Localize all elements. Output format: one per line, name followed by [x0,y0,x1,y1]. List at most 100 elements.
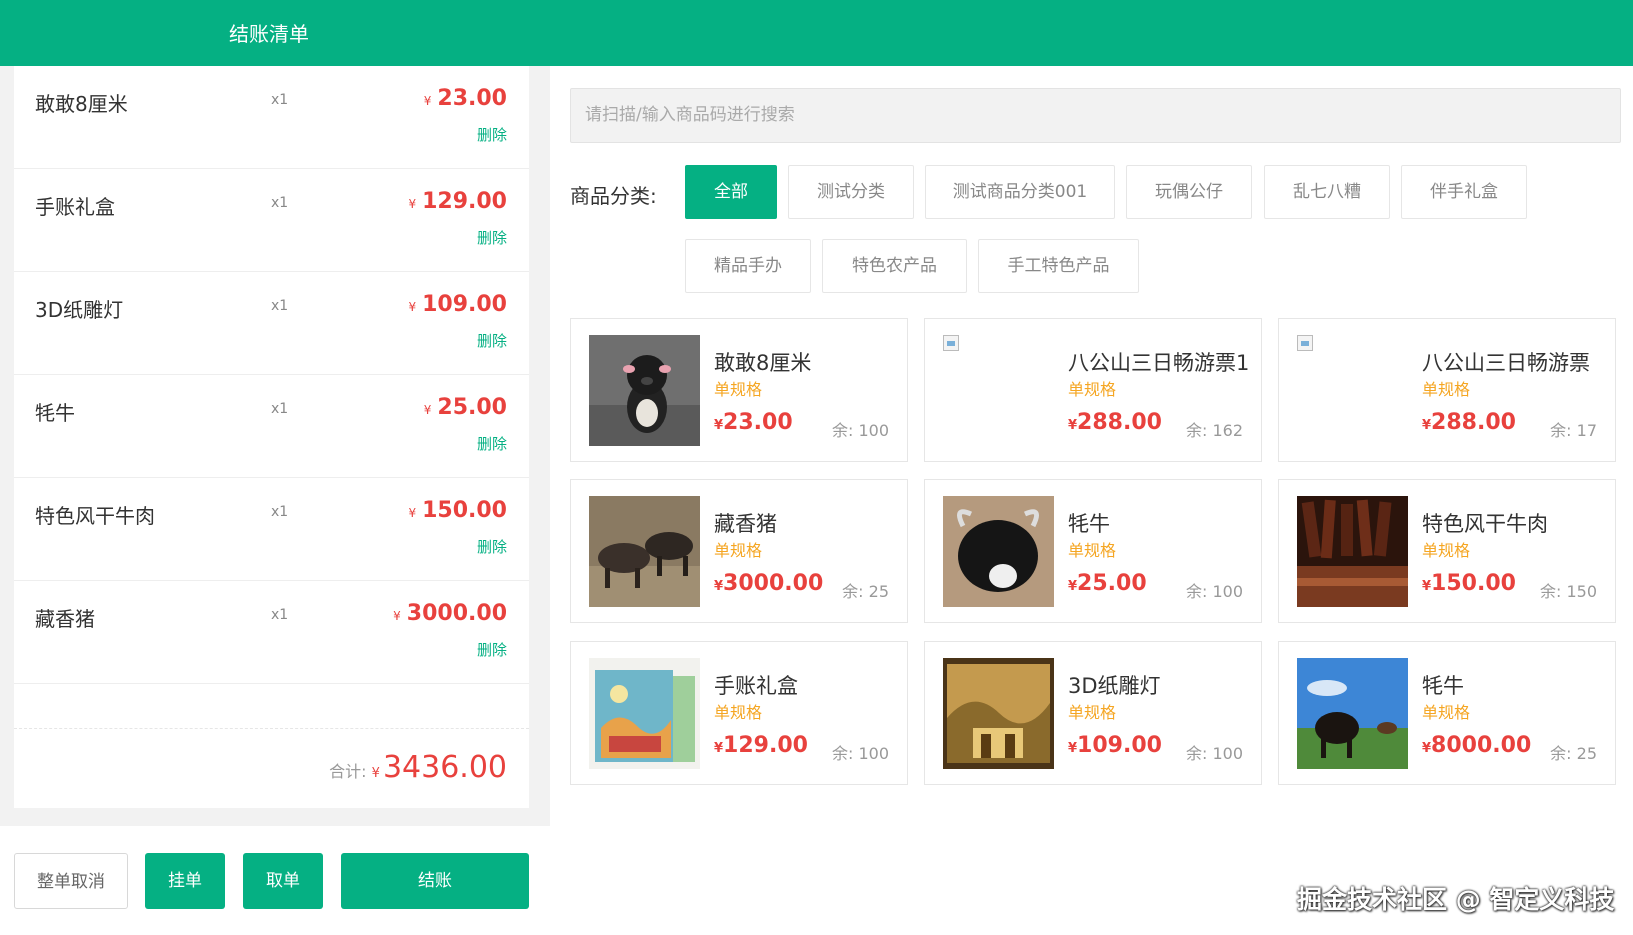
product-card[interactable]: 敢敢8厘米 单规格 ¥23.00 余: 100 [570,318,908,462]
product-card[interactable]: 特色风干牛肉 单规格 ¥150.00 余: 150 [1278,479,1616,623]
cancel-order-button[interactable]: 整单取消 [14,853,128,909]
gift-box-image [589,658,700,769]
product-card[interactable]: 3D纸雕灯 单规格 ¥109.00 余: 100 [924,641,1262,785]
cart-total: 合计: ¥3436.00 [329,750,507,785]
product-price-value: 129.00 [723,733,808,758]
cart-item-delete-link[interactable]: 删除 [477,433,507,454]
category-tab[interactable]: 手工特色产品 [978,239,1139,293]
stock-value: 25 [1576,744,1597,763]
pig-plush-image [589,335,700,446]
category-tab[interactable]: 测试商品分类001 [925,165,1115,219]
product-spec: 单规格 [714,703,763,722]
total-amount: 3436.00 [382,750,507,785]
currency-symbol: ¥ [408,197,417,211]
cart-item-price: ¥25.00 [424,395,507,420]
category-tab[interactable]: 伴手礼盒 [1401,165,1527,219]
category-tab[interactable]: 精品手办 [685,239,811,293]
cart-item: 3D纸雕灯 x1 ¥109.00 删除 [14,272,529,375]
currency-symbol: ¥ [371,766,380,781]
cart-item-delete-link[interactable]: 删除 [477,639,507,660]
product-price: ¥25.00 [1068,571,1147,596]
cart-item-price: ¥109.00 [408,292,507,317]
stock-value: 17 [1576,421,1597,440]
stock-label: 余: [1185,744,1208,763]
watermark: 掘金技术社区 @ 智定义科技 [1297,885,1615,914]
currency-symbol: ¥ [1068,579,1078,594]
product-card[interactable]: 八公山三日畅游票1 单规格 ¥288.00 余: 162 [924,318,1262,462]
product-price: ¥129.00 [714,733,808,758]
search-input[interactable]: 请扫描/输入商品码进行搜索 [570,88,1621,143]
stock-value: 25 [868,582,889,601]
currency-symbol: ¥ [393,609,401,623]
product-price: ¥8000.00 [1422,733,1531,758]
yak-photo-image [1297,658,1408,769]
cart-item-delete-link[interactable]: 删除 [477,330,507,351]
stock-label: 余: [1550,744,1572,763]
cart-list: 敢敢8厘米 x1 ¥23.00 删除 手账礼盒 x1 ¥129.00 删除 3D… [14,66,529,808]
product-card[interactable]: 手账礼盒 单规格 ¥129.00 余: 100 [570,641,908,785]
header-bar: 结账清单 [0,0,1633,66]
product-name: 3D纸雕灯 [1068,674,1161,698]
cart-divider [14,728,529,729]
cart-item-price-value: 109.00 [422,292,507,317]
currency-symbol: ¥ [1422,579,1432,594]
product-card[interactable]: 牦牛 单规格 ¥25.00 余: 100 [924,479,1262,623]
product-name: 八公山三日畅游票 [1422,351,1590,375]
cart-item: 牦牛 x1 ¥25.00 删除 [14,375,529,478]
currency-symbol: ¥ [1068,741,1078,756]
currency-symbol: ¥ [714,579,724,594]
product-stock: 余: 100 [832,740,889,764]
category-tab[interactable]: 乱七八糟 [1264,165,1390,219]
page-title: 结账清单 [229,22,309,46]
product-card[interactable]: 牦牛 单规格 ¥8000.00 余: 25 [1278,641,1616,785]
cart-item-delete-link[interactable]: 删除 [477,124,507,145]
cart-item-name: 手账礼盒 [35,195,115,219]
stock-value: 150 [1566,582,1597,601]
cart-item-price-value: 150.00 [422,498,507,523]
cart-panel: 敢敢8厘米 x1 ¥23.00 删除 手账礼盒 x1 ¥129.00 删除 3D… [0,66,550,826]
currency-symbol: ¥ [408,506,417,520]
currency-symbol: ¥ [714,741,724,756]
product-stock: 余: 100 [1186,578,1243,602]
cart-item-name: 牦牛 [35,401,75,425]
cart-item-delete-link[interactable]: 删除 [477,536,507,557]
stock-label: 余: [1185,582,1208,601]
category-tab[interactable]: 测试分类 [788,165,914,219]
category-tab[interactable]: 特色农产品 [822,239,967,293]
retrieve-order-button[interactable]: 取单 [243,853,323,909]
category-tab[interactable]: 玩偶公仔 [1126,165,1252,219]
checkout-button[interactable]: 结账 [341,853,529,909]
cart-item-price: ¥23.00 [424,86,507,111]
product-spec: 单规格 [714,541,763,560]
product-spec: 单规格 [1068,380,1117,399]
currency-symbol: ¥ [714,418,724,433]
cart-item-qty: x1 [271,92,289,108]
stock-label: 余: [831,744,854,763]
product-price-value: 150.00 [1431,571,1516,596]
product-price: ¥288.00 [1422,410,1516,435]
product-spec: 单规格 [1422,380,1471,399]
total-label: 合计: [329,762,367,781]
cart-item: 敢敢8厘米 x1 ¥23.00 删除 [14,66,529,169]
currency-symbol: ¥ [423,403,432,417]
cart-item-price-value: 25.00 [437,395,507,420]
stock-label: 余: [1550,421,1572,440]
product-price-value: 288.00 [1077,410,1162,435]
product-card[interactable]: 八公山三日畅游票 单规格 ¥288.00 余: 17 [1278,318,1616,462]
product-card[interactable]: 藏香猪 单规格 ¥3000.00 余: 25 [570,479,908,623]
cart-item-name: 敢敢8厘米 [35,92,128,116]
category-tab-all[interactable]: 全部 [685,165,777,219]
hold-order-button[interactable]: 挂单 [145,853,225,909]
product-price-value: 3000.00 [723,571,824,596]
product-stock: 余: 150 [1540,578,1597,602]
product-price: ¥23.00 [714,410,793,435]
product-name: 牦牛 [1068,512,1110,536]
product-spec: 单规格 [1422,703,1471,722]
cart-item-price-value: 23.00 [437,86,507,111]
product-name: 手账礼盒 [714,674,798,698]
broken-image-icon [943,335,959,351]
cart-item-qty: x1 [271,401,289,417]
currency-symbol: ¥ [423,94,432,108]
cart-item-name: 藏香猪 [35,607,95,631]
cart-item-delete-link[interactable]: 删除 [477,227,507,248]
